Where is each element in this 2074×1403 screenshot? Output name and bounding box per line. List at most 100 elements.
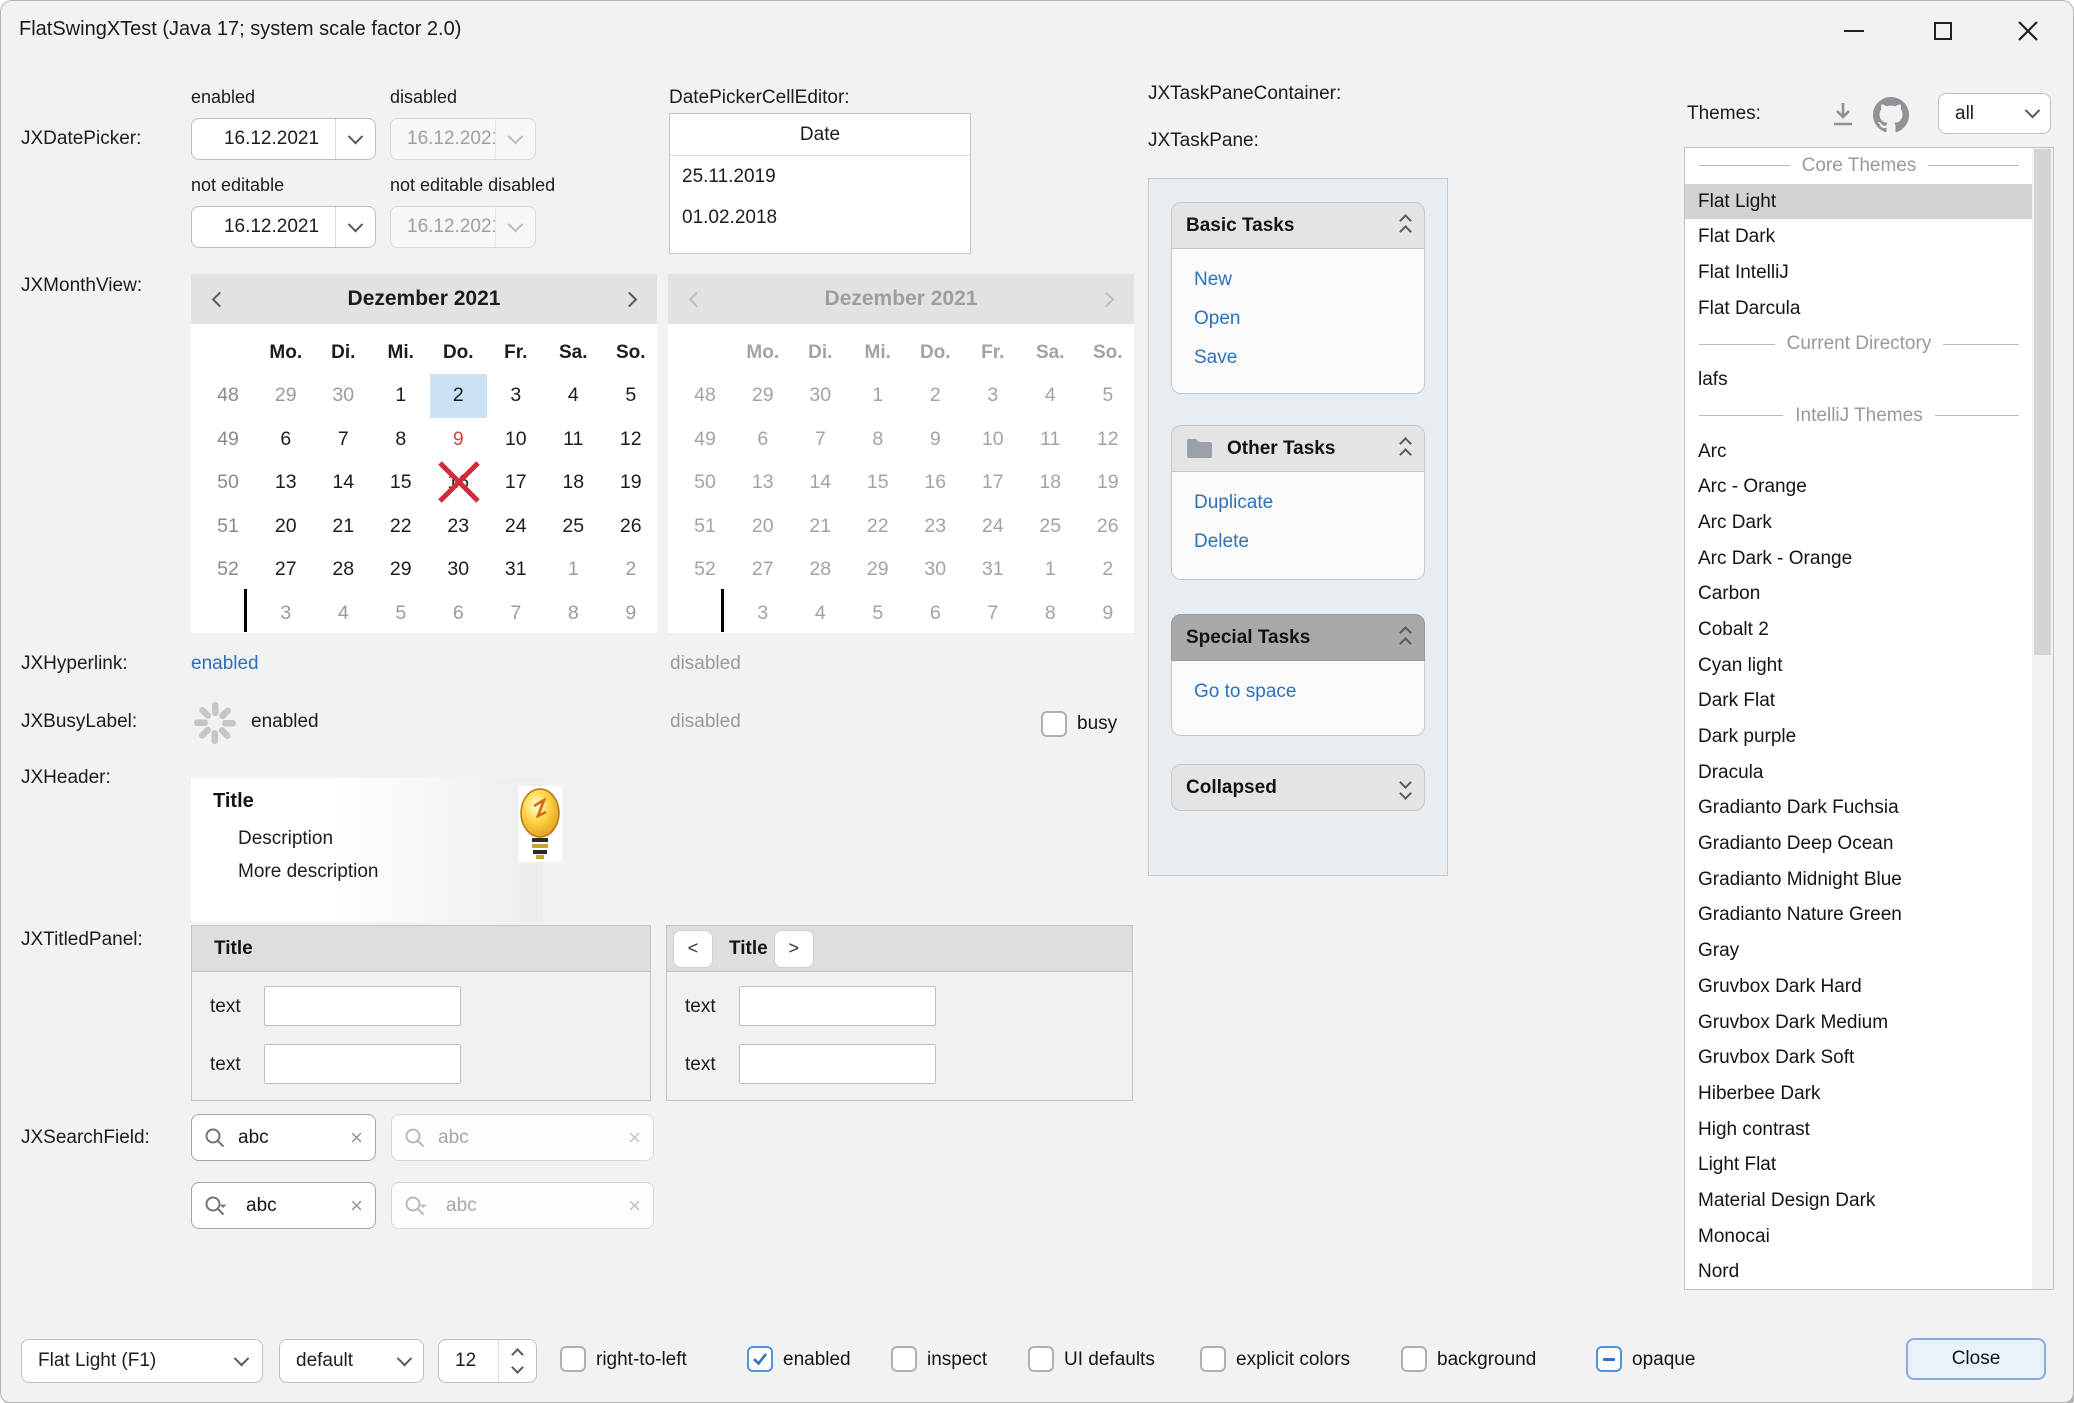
day-cell[interactable]: 10 bbox=[487, 418, 545, 462]
download-icon[interactable] bbox=[1829, 100, 1857, 128]
day-cell[interactable]: 1 bbox=[545, 548, 603, 592]
spinner-down-icon[interactable] bbox=[511, 1361, 524, 1374]
day-cell[interactable]: 16 bbox=[430, 461, 488, 505]
taskpane-header[interactable]: Special Tasks bbox=[1171, 614, 1425, 661]
day-cell[interactable]: 4 bbox=[315, 592, 373, 636]
themes-filter-dropdown-button[interactable] bbox=[2014, 94, 2050, 133]
theme-list-item[interactable]: Gruvbox Dark Soft bbox=[1685, 1040, 2033, 1076]
titled-panel-prev-button[interactable]: < bbox=[673, 930, 713, 968]
laf-combo-dropdown-button[interactable] bbox=[220, 1340, 262, 1382]
explicit-colors-checkbox[interactable] bbox=[1200, 1346, 1226, 1372]
monthview-enabled[interactable]: Dezember 2021Mo.Di.Mi.Do.Fr.Sa.So.482930… bbox=[191, 274, 657, 633]
datepicker-not-editable[interactable]: 16.12.2021 bbox=[191, 206, 376, 248]
text-input[interactable] bbox=[264, 986, 461, 1026]
day-cell[interactable]: 9 bbox=[430, 418, 488, 462]
table-row[interactable]: 25.11.2019 bbox=[670, 156, 970, 197]
day-cell[interactable]: 15 bbox=[372, 461, 430, 505]
opaque-checkbox-label[interactable]: opaque bbox=[1632, 1349, 1695, 1371]
day-cell[interactable]: 19 bbox=[602, 461, 660, 505]
task-link-save[interactable]: Save bbox=[1194, 347, 1424, 369]
search-input-value[interactable]: abc bbox=[226, 1127, 350, 1149]
theme-list-item[interactable]: Gradianto Nature Green bbox=[1685, 897, 2033, 933]
day-cell[interactable]: 6 bbox=[257, 418, 315, 462]
day-cell[interactable]: 3 bbox=[257, 592, 315, 636]
theme-list-item[interactable]: Arc - Orange bbox=[1685, 469, 2033, 505]
theme-list-item[interactable]: Dracula bbox=[1685, 755, 2033, 791]
clear-icon[interactable]: × bbox=[350, 1127, 363, 1149]
theme-list-item[interactable]: Material Design Dark bbox=[1685, 1183, 2033, 1219]
theme-list-item[interactable]: Gray bbox=[1685, 933, 2033, 969]
theme-list-item[interactable]: Flat IntelliJ bbox=[1685, 255, 2033, 291]
themes-scrollbar-thumb[interactable] bbox=[2034, 149, 2051, 655]
theme-list-item[interactable]: Light Flat bbox=[1685, 1147, 2033, 1183]
task-link-go-to-space[interactable]: Go to space bbox=[1194, 681, 1424, 703]
explicit-colors-checkbox-label[interactable]: explicit colors bbox=[1236, 1349, 1350, 1371]
day-cell[interactable]: 2 bbox=[430, 374, 488, 418]
search-input-value[interactable]: abc bbox=[234, 1195, 350, 1217]
task-link-delete[interactable]: Delete bbox=[1194, 531, 1424, 553]
day-cell[interactable]: 7 bbox=[315, 418, 373, 462]
font-combo-dropdown-button[interactable] bbox=[385, 1340, 423, 1382]
day-cell[interactable]: 24 bbox=[487, 505, 545, 549]
day-cell[interactable]: 9 bbox=[602, 592, 660, 636]
github-icon[interactable] bbox=[1873, 97, 1909, 133]
close-window-button[interactable] bbox=[1996, 9, 2060, 53]
day-cell[interactable]: 2 bbox=[602, 548, 660, 592]
theme-list-item[interactable]: Flat Dark bbox=[1685, 219, 2033, 255]
theme-list-item[interactable]: Gradianto Deep Ocean bbox=[1685, 826, 2033, 862]
busy-checkbox-label[interactable]: busy bbox=[1077, 713, 1117, 735]
theme-list-item[interactable]: Gruvbox Dark Medium bbox=[1685, 1005, 2033, 1041]
font-combo[interactable]: default bbox=[279, 1339, 424, 1383]
table-header-date[interactable]: Date bbox=[670, 114, 970, 156]
theme-list-item[interactable]: Carbon bbox=[1685, 576, 2033, 612]
inspect-checkbox[interactable] bbox=[891, 1346, 917, 1372]
text-input[interactable] bbox=[264, 1044, 461, 1084]
day-cell[interactable]: 8 bbox=[545, 592, 603, 636]
theme-list-item[interactable]: High contrast bbox=[1685, 1112, 2033, 1148]
day-cell[interactable]: 4 bbox=[545, 374, 603, 418]
theme-list-item[interactable]: Arc Dark bbox=[1685, 505, 2033, 541]
theme-list-item[interactable]: Gradianto Midnight Blue bbox=[1685, 862, 2033, 898]
theme-list-item[interactable]: Cyan light bbox=[1685, 648, 2033, 684]
maximize-button[interactable] bbox=[1911, 9, 1975, 53]
day-cell[interactable]: 17 bbox=[487, 461, 545, 505]
day-cell[interactable]: 1 bbox=[372, 374, 430, 418]
day-cell[interactable]: 29 bbox=[372, 548, 430, 592]
day-cell[interactable]: 25 bbox=[545, 505, 603, 549]
day-cell[interactable]: 5 bbox=[372, 592, 430, 636]
ui-defaults-checkbox[interactable] bbox=[1028, 1346, 1054, 1372]
datepicker-enabled-value[interactable]: 16.12.2021 bbox=[192, 128, 335, 150]
day-cell[interactable]: 5 bbox=[602, 374, 660, 418]
theme-list-item[interactable]: Flat Light bbox=[1685, 184, 2033, 220]
theme-list-item[interactable]: lafs bbox=[1685, 362, 2033, 398]
task-link-new[interactable]: New bbox=[1194, 269, 1424, 291]
spinner-buttons[interactable] bbox=[498, 1340, 536, 1382]
day-cell[interactable]: 30 bbox=[315, 374, 373, 418]
hyperlink-enabled[interactable]: enabled bbox=[191, 653, 259, 675]
next-month-button[interactable] bbox=[601, 274, 657, 324]
day-cell[interactable]: 6 bbox=[430, 592, 488, 636]
theme-list-item[interactable]: Arc bbox=[1685, 434, 2033, 470]
opaque-checkbox[interactable] bbox=[1596, 1346, 1622, 1372]
busy-checkbox[interactable] bbox=[1041, 711, 1067, 737]
font-size-spinner[interactable]: 12 bbox=[438, 1339, 537, 1383]
minimize-button[interactable] bbox=[1822, 9, 1886, 53]
close-button[interactable]: Close bbox=[1906, 1338, 2046, 1380]
datepicker-enabled[interactable]: 16.12.2021 bbox=[191, 118, 376, 160]
clear-icon[interactable]: × bbox=[350, 1195, 363, 1217]
theme-list-item[interactable]: Dark Flat bbox=[1685, 683, 2033, 719]
day-cell[interactable]: 8 bbox=[372, 418, 430, 462]
day-cell[interactable]: 26 bbox=[602, 505, 660, 549]
theme-list-item[interactable]: Dark purple bbox=[1685, 719, 2033, 755]
day-cell[interactable]: 29 bbox=[257, 374, 315, 418]
laf-combo[interactable]: Flat Light (F1) bbox=[21, 1339, 263, 1383]
day-cell[interactable]: 30 bbox=[430, 548, 488, 592]
taskpane-header[interactable]: Collapsed bbox=[1171, 764, 1425, 811]
theme-list-item[interactable]: Flat Darcula bbox=[1685, 291, 2033, 327]
enabled-checkbox[interactable] bbox=[747, 1346, 773, 1372]
themes-filter-combo[interactable]: all bbox=[1938, 93, 2051, 134]
spinner-up-icon[interactable] bbox=[511, 1348, 524, 1361]
enabled-checkbox-label[interactable]: enabled bbox=[783, 1349, 851, 1371]
table-row[interactable]: 01.02.2018 bbox=[670, 197, 970, 238]
task-link-duplicate[interactable]: Duplicate bbox=[1194, 492, 1424, 514]
